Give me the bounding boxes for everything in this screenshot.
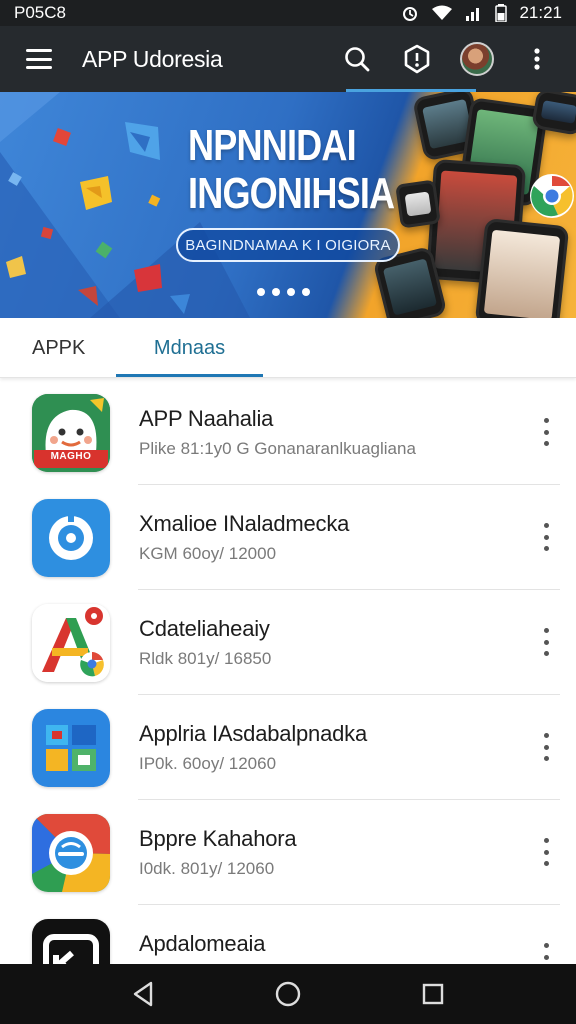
notification-icon[interactable] [398, 40, 436, 78]
avatar[interactable] [458, 40, 496, 78]
status-left-text: P05C8 [14, 3, 66, 22]
app-icon-label: MAGHO [50, 451, 92, 462]
app-bar: APP Udoresia [0, 26, 576, 92]
tab-mdnaas[interactable]: Mdnaas [116, 318, 263, 378]
tab-indicator [116, 374, 263, 377]
battery-icon [495, 4, 508, 22]
list-item[interactable]: MAGHO APP Naahalia Plike 81:1y0 G Gonana… [0, 380, 576, 485]
app-title: Bppre Kahahora [139, 826, 297, 851]
app-icon: MAGHO [32, 394, 110, 472]
app-list: MAGHO APP Naahalia Plike 81:1y0 G Gonana… [0, 380, 576, 1010]
status-time: 21:21 [519, 3, 562, 22]
signal-icon [465, 5, 483, 21]
app-icon [32, 814, 110, 892]
search-icon[interactable] [338, 40, 376, 78]
banner-pager-dots[interactable] [257, 288, 310, 296]
more-vert-icon[interactable] [536, 523, 556, 551]
list-item[interactable]: Bppre Kahahora I0dk. 801y/ 12060 [0, 800, 576, 905]
more-vert-icon[interactable] [518, 40, 556, 78]
app-subtitle: KGM 60oy/ 12000 [139, 544, 277, 563]
list-item[interactable]: Xmalioe INaladmecka KGM 60oy/ 12000 [0, 485, 576, 590]
recents-icon[interactable] [413, 974, 453, 1014]
app-subtitle: Plike 81:1y0 G Gonanaranlkuagliana [139, 439, 416, 458]
alarm-icon [401, 4, 419, 22]
more-vert-icon[interactable] [536, 418, 556, 446]
app-icon [32, 604, 110, 682]
app-title: Xmalioe INaladmecka [139, 511, 350, 536]
banner-cta-pill[interactable]: BAGINDNAMAA K I OIGIORA [176, 228, 400, 262]
app-title: Applria IAsdabalpnadka [139, 721, 367, 746]
app-subtitle: I0dk. 801y/ 12060 [139, 859, 275, 878]
menu-icon[interactable] [26, 49, 52, 69]
tab-bar: APPK Mdnaas [0, 318, 576, 378]
more-vert-icon[interactable] [536, 733, 556, 761]
app-subtitle: IP0k. 60oy/ 12060 [139, 754, 277, 773]
back-icon[interactable] [123, 974, 163, 1014]
wifi-icon [431, 5, 453, 21]
banner-title-line1: NPNNIDAI [188, 121, 357, 170]
home-icon[interactable] [268, 974, 308, 1014]
list-item[interactable]: Cdateliaheaiy Rldk 801y/ 16850 [0, 590, 576, 695]
more-vert-icon[interactable] [536, 628, 556, 656]
app-title: Apdalomeaia [139, 931, 266, 956]
app-title: APP Naahalia [139, 406, 274, 431]
phone-graphic [395, 179, 441, 229]
system-nav-bar [0, 964, 576, 1024]
list-item[interactable]: Applria IAsdabalpnadka IP0k. 60oy/ 12060 [0, 695, 576, 800]
app-title: APP Udoresia [82, 45, 223, 72]
banner-title-line2: INGONIHSIA [188, 169, 395, 218]
more-vert-icon[interactable] [536, 838, 556, 866]
app-icon [32, 709, 110, 787]
app-subtitle: Rldk 801y/ 16850 [139, 649, 272, 668]
tab-appk[interactable]: APPK [32, 318, 85, 378]
status-bar: P05C8 21:21 [0, 0, 576, 26]
phone-graphic [474, 217, 570, 318]
promo-banner[interactable]: NPNNIDAI INGONIHSIA BAGINDNAMAA K I OIGI… [0, 92, 576, 318]
app-icon [32, 499, 110, 577]
browser-logo-graphic [530, 174, 574, 218]
banner-title: NPNNIDAI INGONIHSIA [188, 121, 395, 218]
app-title: Cdateliaheaiy [139, 616, 270, 641]
